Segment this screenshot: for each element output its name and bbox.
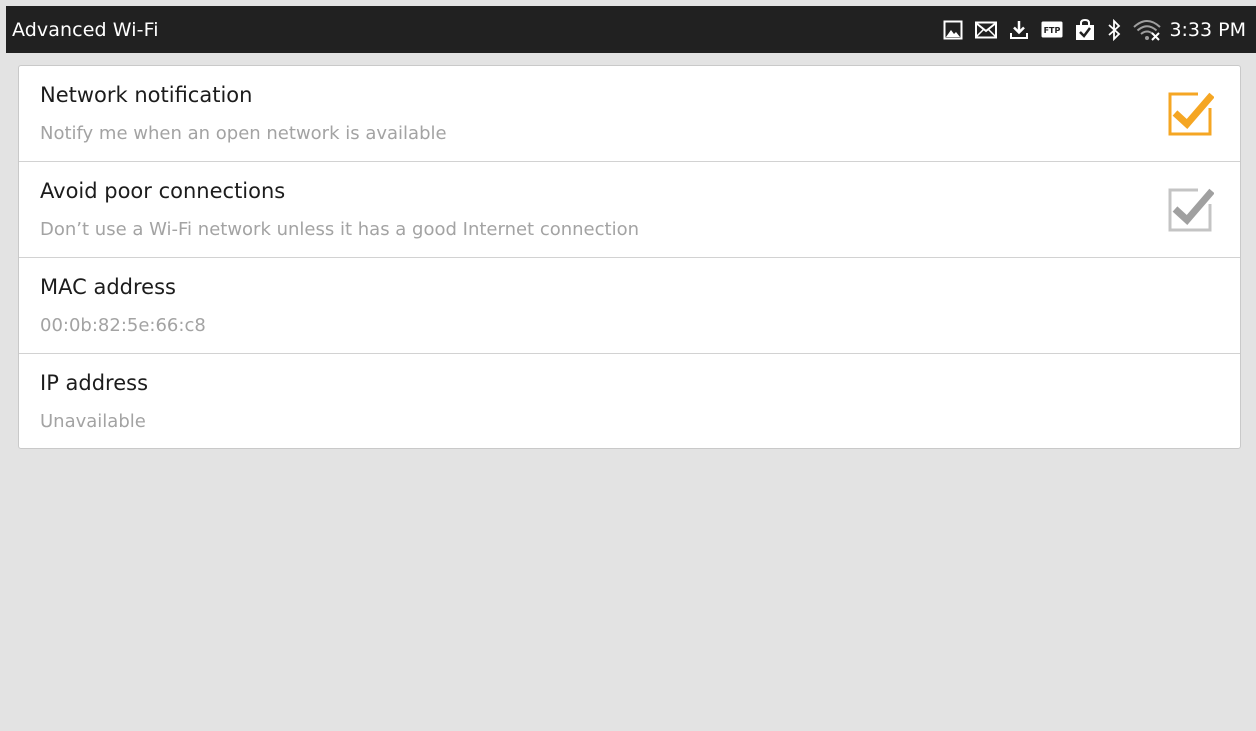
status-icons: FTP 3:33 PM (931, 6, 1256, 53)
checkbox-checked-disabled-icon (1168, 188, 1215, 232)
ip-address-value: Unavailable (40, 411, 146, 432)
network-notification-title: Network notification (40, 83, 253, 107)
bluetooth-icon (1107, 18, 1121, 41)
clock: 3:33 PM (1169, 18, 1246, 41)
image-icon (943, 20, 963, 40)
avoid-poor-connections-checkbox[interactable] (1168, 186, 1215, 232)
network-notification-summary: Notify me when an open network is availa… (40, 123, 447, 144)
screen-title: Advanced Wi-Fi (12, 18, 159, 41)
wifi-icon (1133, 19, 1162, 41)
shopping-bag-icon (1075, 18, 1095, 41)
mac-address-title: MAC address (40, 275, 176, 299)
avoid-poor-connections-summary: Don’t use a Wi-Fi network unless it has … (40, 219, 640, 240)
mac-address-row: MAC address 00:0b:82:5e:66:c8 (19, 258, 1240, 354)
mac-address-value: 00:0b:82:5e:66:c8 (40, 315, 206, 336)
ip-address-row: IP address Unavailable (19, 354, 1240, 448)
avoid-poor-connections-title: Avoid poor connections (40, 179, 286, 203)
email-icon (975, 21, 998, 39)
settings-list: Network notification Notify me when an o… (18, 65, 1241, 449)
avoid-poor-connections-row[interactable]: Avoid poor connections Don’t use a Wi-Fi… (19, 162, 1240, 258)
ip-address-title: IP address (40, 371, 149, 395)
status-bar: Advanced Wi-Fi FTP 3:33 PM (6, 6, 1256, 53)
ftp-icon: FTP (1041, 21, 1063, 38)
checkbox-checked-icon (1168, 92, 1215, 136)
network-notification-checkbox[interactable] (1168, 90, 1215, 136)
ftp-label: FTP (1044, 26, 1061, 35)
network-notification-row[interactable]: Network notification Notify me when an o… (19, 66, 1240, 162)
download-icon (1009, 20, 1029, 40)
